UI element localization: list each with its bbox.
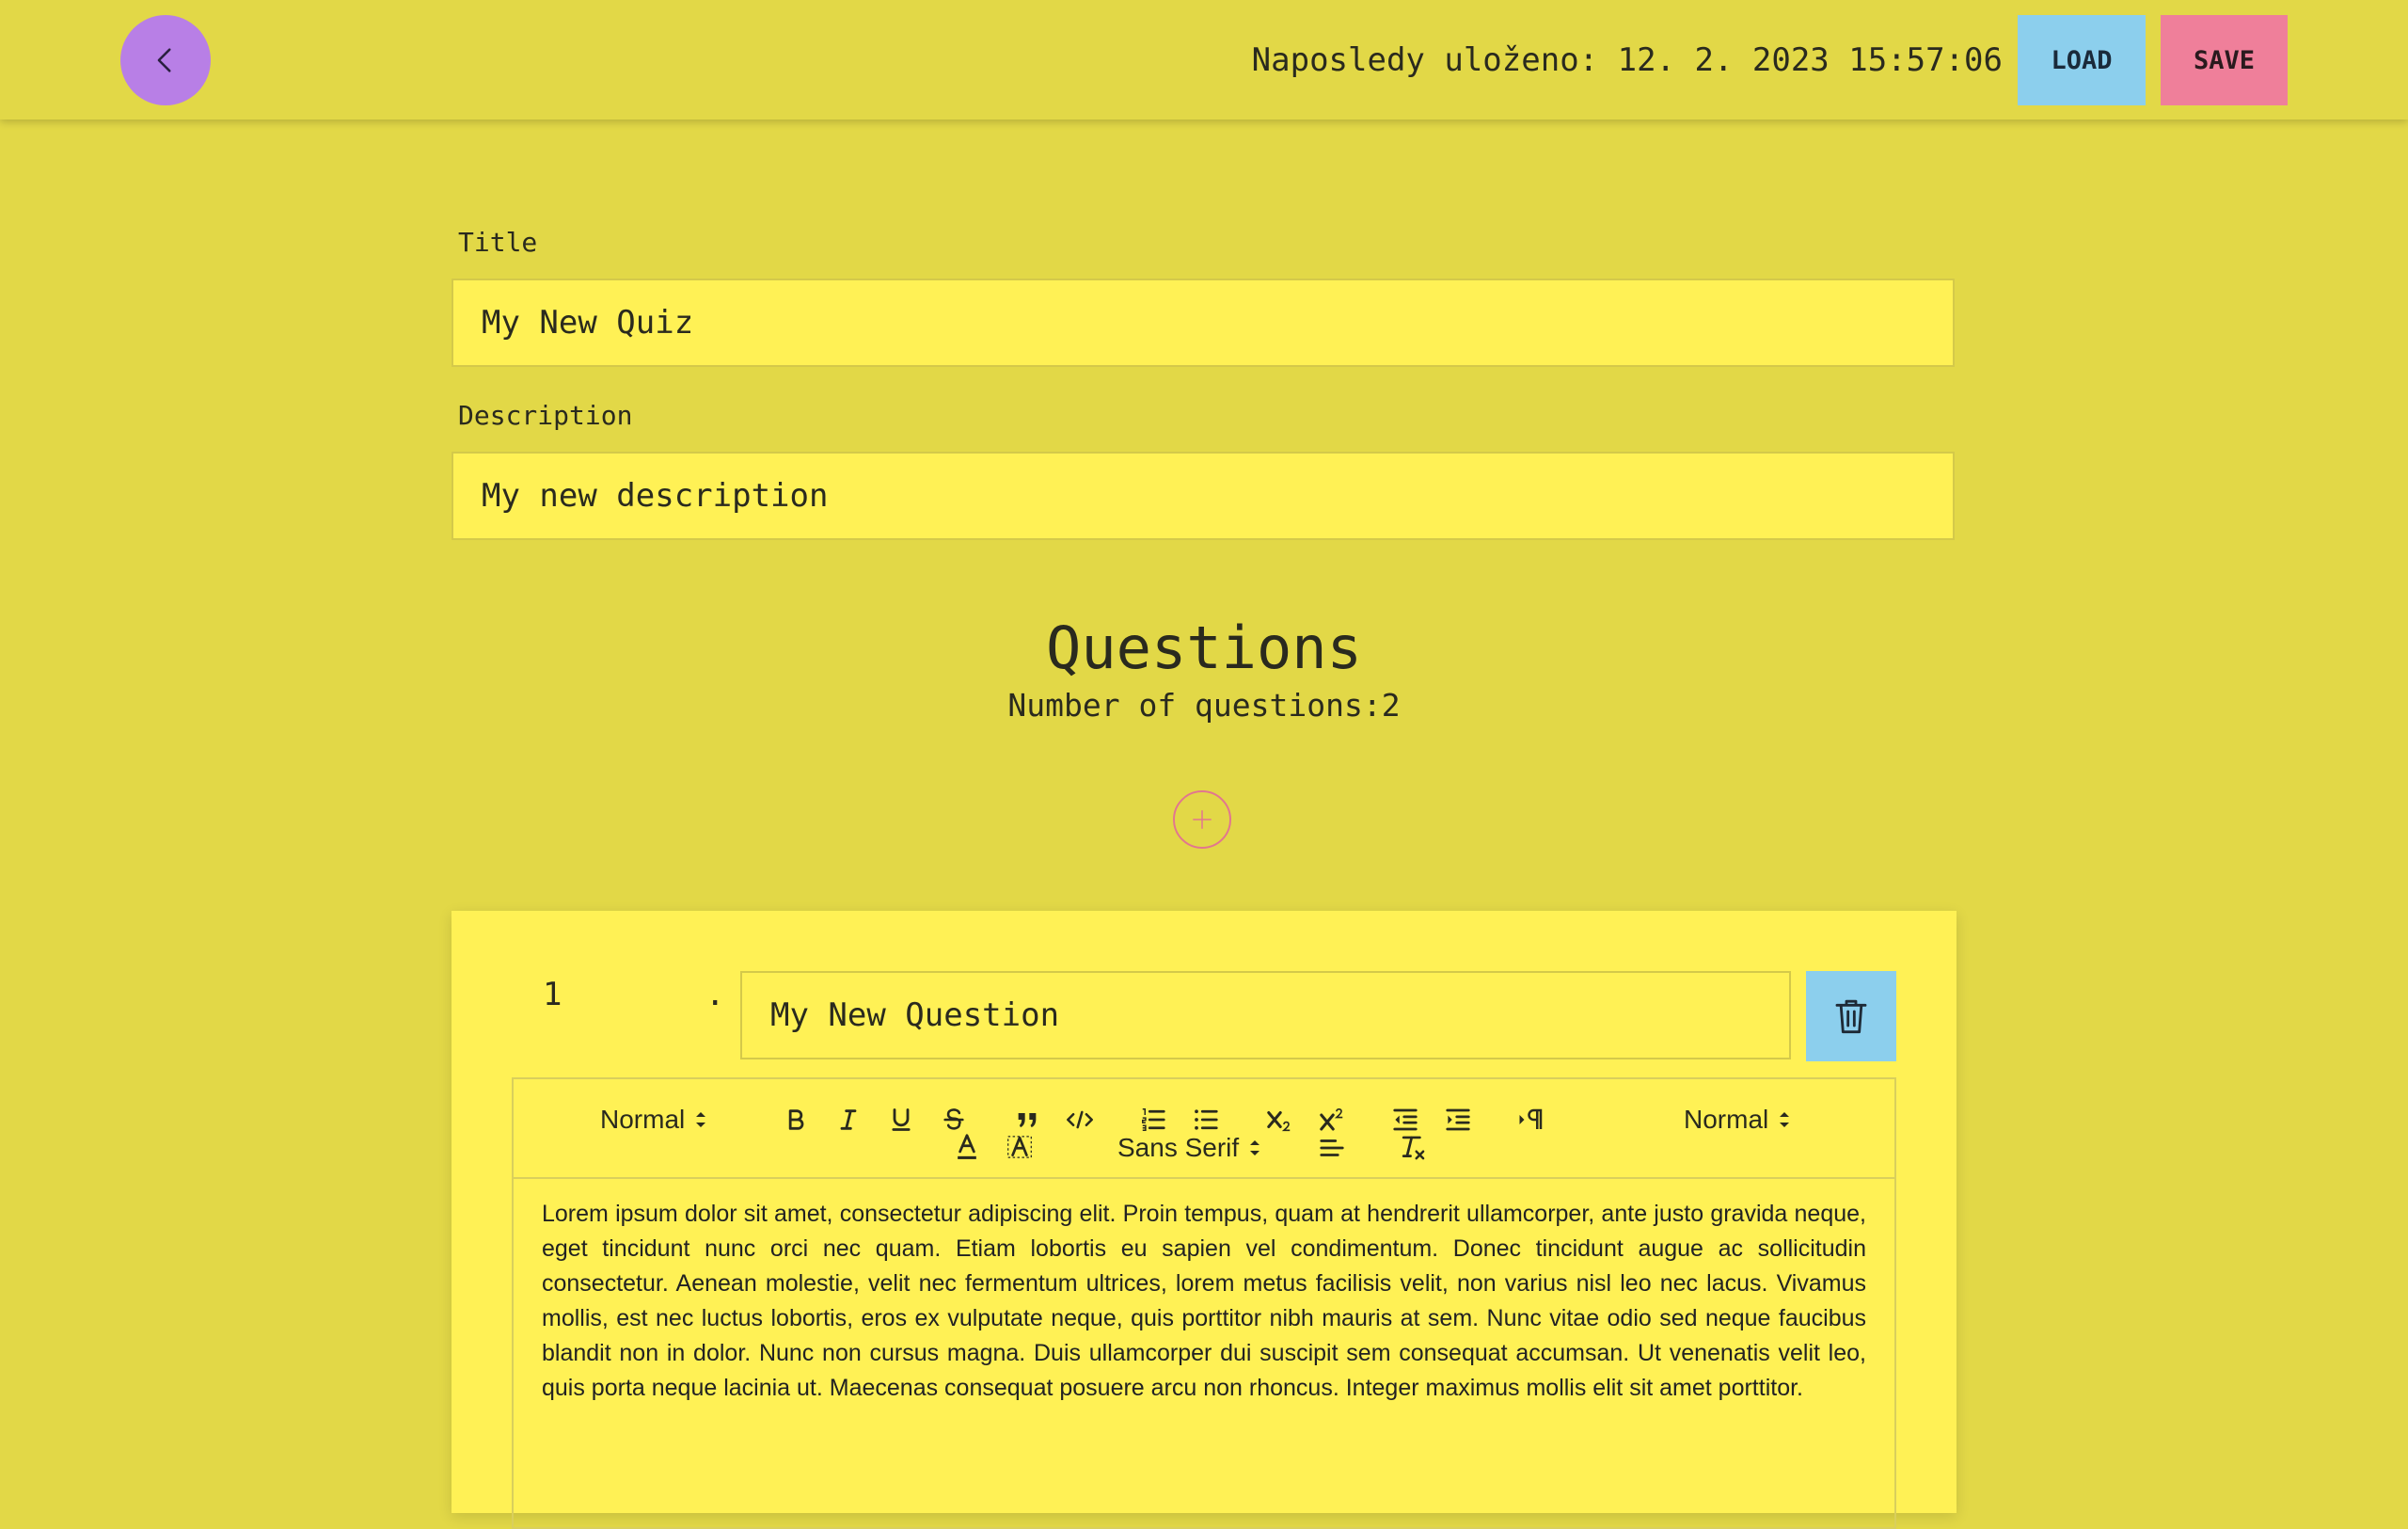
bold-icon <box>788 1109 804 1130</box>
chevron-left-icon <box>157 48 171 72</box>
font-select-label: Sans Serif <box>1117 1133 1240 1162</box>
description-label: Description <box>458 400 633 431</box>
text-color-button[interactable] <box>948 1128 986 1166</box>
load-button[interactable]: LOAD <box>2018 15 2146 105</box>
plus-icon <box>1193 810 1212 829</box>
questions-count: Number of questions:2 <box>1007 687 1401 724</box>
question-title-input[interactable] <box>740 971 1791 1059</box>
italic-icon <box>840 1109 857 1130</box>
indent-button[interactable] <box>1439 1101 1477 1139</box>
code-block-button[interactable] <box>1061 1101 1099 1139</box>
editor-toolbar: Normal Normal Sans Serif <box>514 1079 1894 1179</box>
title-input[interactable] <box>452 279 1955 367</box>
text-direction-button[interactable] <box>1513 1101 1550 1139</box>
question-number: 1 <box>543 976 562 1013</box>
align-icon <box>1320 1139 1344 1156</box>
header-select[interactable]: Normal <box>600 1098 707 1141</box>
clean-format-icon <box>1402 1136 1425 1160</box>
text-color-icon <box>958 1134 976 1159</box>
subscript-icon <box>1267 1111 1291 1132</box>
back-button[interactable] <box>120 15 211 105</box>
underline-icon <box>892 1108 911 1131</box>
subscript-button[interactable] <box>1260 1101 1298 1139</box>
title-label: Title <box>458 227 538 258</box>
questions-heading: Questions <box>1046 613 1362 682</box>
text-direction-icon <box>1519 1108 1543 1129</box>
last-saved-text: Naposledy uloženo: 12. 2. 2023 15:57:06 <box>1251 41 2003 79</box>
background-color-icon <box>1007 1136 1032 1158</box>
select-arrows-icon <box>696 1112 706 1127</box>
size-select[interactable]: Normal <box>1684 1098 1791 1141</box>
size-select-label: Normal <box>1684 1105 1769 1134</box>
indent-icon <box>1446 1108 1470 1131</box>
save-button[interactable]: SAVE <box>2161 15 2288 105</box>
background-color-button[interactable] <box>1001 1128 1038 1166</box>
delete-question-button[interactable] <box>1806 971 1896 1061</box>
underline-button[interactable] <box>882 1101 920 1139</box>
header-select-label: Normal <box>600 1105 686 1134</box>
question-number-dot: . <box>705 976 725 1013</box>
description-input[interactable] <box>452 452 1955 540</box>
select-arrows-icon <box>1250 1140 1260 1155</box>
rich-text-editor: Normal Normal Sans Serif Lorem ipsum dol… <box>512 1077 1896 1529</box>
bold-button[interactable] <box>777 1101 815 1139</box>
code-block-icon <box>1067 1110 1093 1129</box>
add-question-button[interactable] <box>1173 790 1231 849</box>
trash-icon <box>1835 999 1867 1034</box>
top-bar: Naposledy uloženo: 12. 2. 2023 15:57:06 … <box>0 0 2408 119</box>
align-button[interactable] <box>1313 1129 1351 1167</box>
select-arrows-icon <box>1780 1112 1790 1127</box>
font-select[interactable]: Sans Serif <box>1117 1126 1261 1170</box>
editor-content[interactable]: Lorem ipsum dolor sit amet, consectetur … <box>542 1197 1866 1406</box>
italic-button[interactable] <box>830 1101 867 1139</box>
question-card: 1 . Normal <box>452 911 1956 1529</box>
clean-format-button[interactable] <box>1394 1129 1432 1167</box>
